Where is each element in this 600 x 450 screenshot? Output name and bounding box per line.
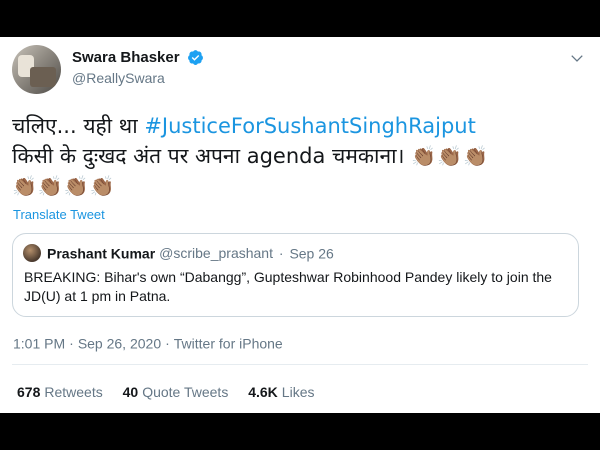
clapping-hands-icon: 👏🏽👏🏽👏🏽👏🏽 [12, 174, 116, 198]
avatar-detail [30, 67, 56, 87]
tweet-header: Swara Bhasker @ReallySwara [12, 45, 588, 97]
quote-tweets-count: 40 [122, 384, 139, 400]
translate-tweet-link[interactable]: Translate Tweet [13, 207, 105, 222]
quoted-handle[interactable]: @scribe_prashant [159, 245, 273, 261]
retweets-label: Retweets [44, 384, 103, 400]
quoted-tweet-header: Prashant Kumar @scribe_prashant · Sep 26 [23, 244, 334, 263]
chevron-down-icon[interactable] [570, 51, 584, 65]
tweet-text-prefix: चलिए... यही था [12, 114, 145, 138]
retweets-count: 678 [17, 384, 41, 400]
retweets-stat[interactable]: 678 Retweets [17, 384, 103, 400]
author-handle[interactable]: @ReallySwara [72, 70, 204, 86]
tweet-source[interactable]: Twitter for iPhone [174, 335, 283, 351]
clapping-hands-icon: 👏🏽👏🏽👏🏽 [411, 144, 489, 168]
quoted-avatar[interactable] [23, 244, 41, 263]
author-info: Swara Bhasker @ReallySwara [72, 49, 204, 86]
tweet-text-line2: किसी के दुःखद अंत पर अपना agenda चमकाना। [12, 144, 412, 168]
tweet-time[interactable]: 1:01 PM [13, 335, 65, 351]
tweet-text: चलिए... यही था #JusticeForSushantSinghRa… [12, 111, 582, 201]
quoted-display-name[interactable]: Prashant Kumar [47, 245, 155, 261]
tweet-card: Swara Bhasker @ReallySwara चलिए... यही थ… [0, 37, 600, 413]
quoted-date[interactable]: Sep 26 [289, 245, 333, 261]
quoted-separator: · [278, 245, 284, 262]
meta-separator: · [69, 335, 74, 352]
quote-tweets-label: Quote Tweets [142, 384, 229, 400]
tweet-date[interactable]: Sep 26, 2020 [78, 335, 161, 351]
avatar[interactable] [12, 45, 61, 94]
verified-badge-icon [188, 50, 203, 66]
likes-label: Likes [281, 384, 315, 400]
tweet-meta: 1:01 PM · Sep 26, 2020 · Twitter for iPhone [13, 334, 283, 351]
likes-count: 4.6K [248, 384, 278, 400]
hashtag-link[interactable]: #JusticeForSushantSinghRajput [144, 114, 476, 138]
author-display-name[interactable]: Swara Bhasker [72, 49, 180, 66]
quote-tweets-stat[interactable]: 40 Quote Tweets [123, 384, 229, 400]
meta-separator: · [165, 335, 170, 352]
likes-stat[interactable]: 4.6K Likes [248, 384, 314, 400]
tweet-stats: 678 Retweets 40 Quote Tweets 4.6K Likes [17, 384, 330, 400]
quoted-tweet-text: BREAKING: Bihar's own “Dabangg”, Guptesh… [24, 269, 552, 304]
quoted-tweet[interactable]: Prashant Kumar @scribe_prashant · Sep 26 … [12, 233, 579, 317]
divider [12, 364, 588, 365]
